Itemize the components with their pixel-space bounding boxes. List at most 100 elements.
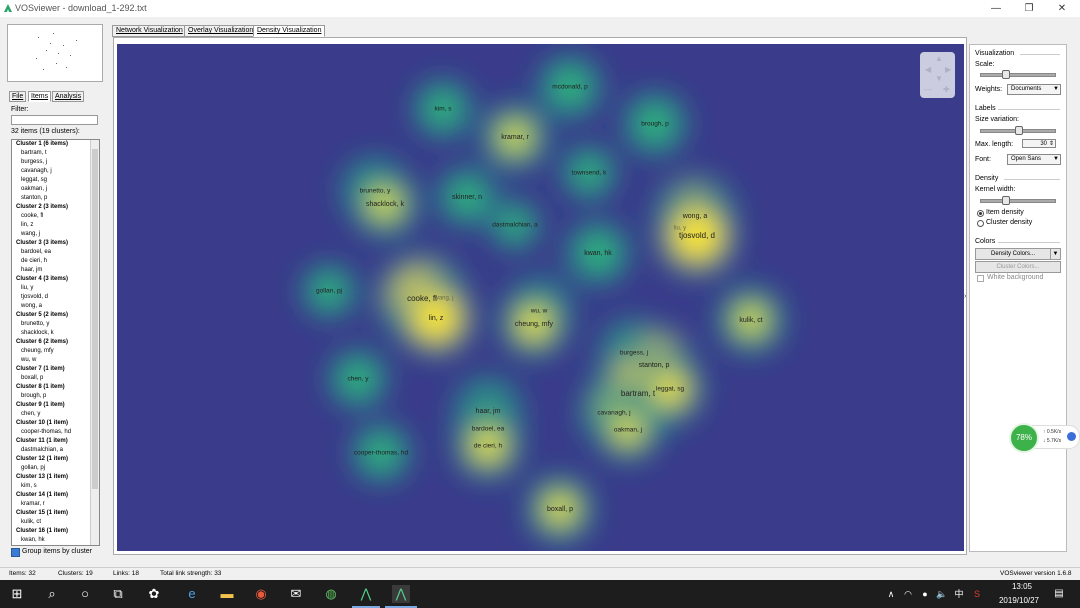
chevron-up-icon[interactable]: ∧ [882, 585, 900, 603]
author-label[interactable]: lin, z [429, 315, 444, 322]
collapse-panel-arrow-icon[interactable]: › [964, 293, 966, 300]
weights-select[interactable]: Documents ▼ [1007, 84, 1061, 95]
author-label[interactable]: stanton, p [639, 362, 670, 369]
list-item[interactable]: liu, y [12, 284, 90, 293]
density-colors-dropdown-icon[interactable]: ▼ [1050, 248, 1061, 260]
author-label[interactable]: tjosvold, d [679, 231, 715, 240]
author-label[interactable]: leggat, sg [656, 386, 685, 393]
author-label[interactable]: shacklock, k [366, 201, 405, 208]
author-label[interactable]: dastmalchian, a [492, 222, 538, 229]
list-item[interactable]: dastmalchian, a [12, 446, 90, 455]
author-label[interactable]: cavanagh, j [597, 410, 630, 417]
size-variation-slider-knob[interactable] [1015, 126, 1023, 135]
browser-app-icon[interactable]: ✿ [145, 585, 163, 603]
author-label[interactable]: townsend, k [572, 170, 607, 177]
mail-icon[interactable]: ✉ [287, 585, 305, 603]
list-item[interactable]: gollan, pj [12, 464, 90, 473]
cluster-header[interactable]: Cluster 5 (2 items) [12, 311, 90, 320]
list-item[interactable]: cooper-thomas, hd [12, 428, 90, 437]
volume-icon[interactable]: 🔈 [933, 585, 951, 603]
list-item[interactable]: bardoel, ea [12, 248, 90, 257]
spinner-arrows-icon[interactable]: ⇕ [1049, 140, 1054, 149]
list-item[interactable]: bartram, t [12, 149, 90, 158]
cluster-header[interactable]: Cluster 9 (1 item) [12, 401, 90, 410]
author-label[interactable]: kulik, ct [739, 317, 762, 324]
list-item[interactable]: wu, w [12, 356, 90, 365]
tab-analysis[interactable]: Analysis [52, 91, 85, 102]
cluster-header[interactable]: Cluster 1 (6 items) [12, 140, 90, 149]
list-item[interactable]: chen, y [12, 410, 90, 419]
list-item[interactable]: tjosvold, d [12, 293, 90, 302]
memory-percent-badge[interactable]: 78% [1009, 423, 1039, 453]
overview-map[interactable] [7, 24, 103, 82]
scale-slider-knob[interactable] [1002, 70, 1010, 79]
zoom-in-icon[interactable]: ✚ [943, 85, 950, 94]
wechat-icon[interactable]: ● [916, 585, 934, 603]
cluster-header[interactable]: Cluster 16 (1 item) [12, 527, 90, 536]
author-label[interactable]: haar, jm [476, 408, 501, 415]
accelerate-icon[interactable] [1067, 432, 1076, 441]
navigation-control[interactable]: ▲ ◀ ▶ ▼ — ✚ [920, 52, 955, 98]
list-item[interactable]: kwan, hk [12, 536, 90, 545]
author-label[interactable]: kim, s [435, 106, 453, 113]
cluster-header[interactable]: Cluster 3 (3 items) [12, 239, 90, 248]
author-label[interactable]: burgess, j [620, 350, 648, 357]
cluster-density-radio[interactable] [977, 220, 984, 227]
chrome-icon[interactable]: ◉ [252, 585, 270, 603]
tab-items[interactable]: Items [28, 91, 52, 102]
update-app-icon[interactable]: ◍ [322, 585, 340, 603]
white-background-checkbox[interactable] [977, 275, 984, 282]
maximize-button[interactable]: ❐ [1018, 2, 1040, 15]
list-item[interactable]: boxall, p [12, 374, 90, 383]
pan-left-icon[interactable]: ◀ [925, 65, 931, 74]
item-density-radio[interactable] [977, 210, 984, 217]
list-item[interactable]: brunetto, y [12, 320, 90, 329]
author-label[interactable]: kramar, r [501, 134, 529, 141]
list-item[interactable]: cavanagh, j [12, 167, 90, 176]
author-label[interactable]: chen, y [348, 376, 370, 383]
tab-file[interactable]: File [9, 91, 27, 102]
author-label[interactable]: gollan, pj [316, 288, 342, 295]
author-label[interactable]: brough, p [641, 121, 669, 128]
list-item[interactable]: wong, a [12, 302, 90, 311]
cluster-header[interactable]: Cluster 10 (1 item) [12, 419, 90, 428]
list-item[interactable]: oakman, j [12, 185, 90, 194]
list-scrollbar[interactable] [90, 140, 99, 545]
scale-slider[interactable] [980, 73, 1056, 77]
filter-input[interactable] [11, 115, 98, 125]
list-item[interactable]: brough, p [12, 392, 90, 401]
font-select[interactable]: Open Sans ▼ [1007, 154, 1061, 165]
author-label[interactable]: skinner, n [452, 194, 482, 201]
list-item[interactable]: leggat, sg [12, 176, 90, 185]
input-method-icon[interactable]: S [968, 585, 986, 603]
author-label[interactable]: cheung, mfy [515, 321, 554, 328]
list-item[interactable]: shacklock, k [12, 329, 90, 338]
cortana-icon[interactable]: ○ [76, 585, 94, 603]
list-item[interactable]: cooke, fl [12, 212, 90, 221]
density-colors-button[interactable]: Density Colors... [975, 248, 1051, 260]
wifi-icon[interactable]: ◠ [899, 585, 917, 603]
cluster-header[interactable]: Cluster 8 (1 item) [12, 383, 90, 392]
cluster-item-list[interactable]: Cluster 1 (6 items) bartram, t burgess, jc… [11, 139, 100, 546]
cluster-header[interactable]: Cluster 15 (1 item) [12, 509, 90, 518]
windows-start-icon[interactable]: ⊞ [8, 585, 26, 603]
tab-overlay-visualization[interactable]: Overlay Visualization [184, 25, 258, 37]
cluster-header[interactable]: Cluster 7 (1 item) [12, 365, 90, 374]
pan-right-icon[interactable]: ▶ [945, 65, 951, 74]
kernel-width-slider[interactable] [980, 199, 1056, 203]
list-item[interactable]: stanton, p [12, 194, 90, 203]
list-item[interactable]: burgess, j [12, 158, 90, 167]
cluster-header[interactable]: Cluster 11 (1 item) [12, 437, 90, 446]
group-by-cluster-checkbox[interactable] [11, 548, 20, 557]
author-label[interactable]: wong, a [682, 213, 708, 220]
author-label[interactable]: de cieri, h [474, 443, 503, 450]
list-item[interactable]: kulik, ct [12, 518, 90, 527]
pan-down-icon[interactable]: ▼ [935, 74, 943, 83]
list-item[interactable]: kim, s [12, 482, 90, 491]
author-label[interactable]: cooper-thomas, hd [354, 450, 409, 457]
tab-density-visualization[interactable]: Density Visualization [253, 25, 326, 37]
author-label[interactable]: bartram, t [621, 389, 656, 398]
list-item[interactable]: wang, j [12, 230, 90, 239]
list-item[interactable]: haar, jm [12, 266, 90, 275]
cluster-header[interactable]: Cluster 2 (3 items) [12, 203, 90, 212]
